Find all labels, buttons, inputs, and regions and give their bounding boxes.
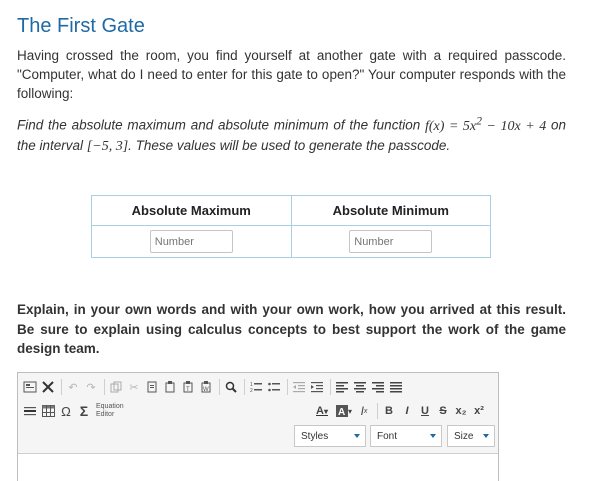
svg-text:W: W — [203, 387, 209, 393]
task-text-before: Find the absolute maximum and absolute m… — [17, 117, 425, 133]
toolbar-row-2: Ω Σ Equation Editor — [22, 401, 128, 421]
remove-format-icon[interactable]: Ix — [356, 403, 372, 419]
paste-icon[interactable] — [162, 379, 178, 395]
task-text-after: . These values will be used to generate … — [128, 137, 451, 153]
styles-dropdown[interactable]: Styles — [294, 425, 366, 447]
special-character-omega[interactable]: Ω — [58, 403, 74, 419]
absolute-minimum-header: Absolute Minimum — [290, 195, 491, 226]
superscript-button[interactable]: x² — [471, 403, 487, 419]
task-paragraph: Find the absolute maximum and absolute m… — [17, 111, 566, 156]
chevron-down-icon — [430, 434, 436, 438]
maximize-icon[interactable] — [40, 379, 56, 395]
svg-text:A: A — [338, 407, 345, 417]
horizontal-rule-icon[interactable] — [22, 403, 38, 419]
text-color-button[interactable]: A ▾ — [312, 403, 332, 419]
chevron-down-icon — [354, 434, 360, 438]
paste-word-icon[interactable]: W — [198, 379, 214, 395]
background-color-button[interactable]: A ▾ — [334, 403, 354, 419]
absolute-maximum-input[interactable] — [149, 230, 233, 253]
align-right-icon[interactable] — [370, 379, 386, 395]
font-dropdown-label: Font — [377, 430, 398, 442]
intro-paragraph: Having crossed the room, you find yourse… — [17, 48, 566, 101]
cut-icon[interactable]: ✂ — [126, 379, 142, 395]
italic-button[interactable]: I — [399, 403, 415, 419]
svg-text:2: 2 — [250, 388, 253, 393]
align-center-icon[interactable] — [352, 379, 368, 395]
find-icon[interactable] — [223, 379, 239, 395]
strikethrough-button[interactable]: S — [435, 403, 451, 419]
toolbar-row-1: ↶ ↷ ✂ T W 12 — [22, 377, 406, 397]
page-title: The First Gate — [17, 15, 145, 37]
redo-icon[interactable]: ↷ — [83, 379, 99, 395]
editor-content-area[interactable] — [18, 453, 498, 481]
align-left-icon[interactable] — [334, 379, 350, 395]
format-toolbar: A ▾ A ▾ Ix B I U S x₂ x² — [312, 401, 489, 421]
copy-icon[interactable] — [144, 379, 160, 395]
absolute-minimum-input[interactable] — [349, 230, 433, 253]
function-expression: f(x) = 5x2 − 10x + 4 — [425, 114, 547, 134]
answer-table: Absolute Maximum Absolute Minimum — [91, 195, 491, 258]
bold-button[interactable]: B — [381, 403, 397, 419]
undo-icon[interactable]: ↶ — [65, 379, 81, 395]
explain-prompt: Explain, in your own words and with your… — [17, 302, 566, 356]
underline-button[interactable]: U — [417, 403, 433, 419]
absolute-maximum-header: Absolute Maximum — [91, 195, 292, 226]
equation-sigma-icon[interactable]: Σ — [76, 403, 92, 419]
interval-expression: [−5, 3] — [86, 138, 129, 154]
source-icon[interactable] — [22, 379, 38, 395]
font-dropdown[interactable]: Font — [370, 425, 442, 447]
numbered-list-icon[interactable]: 12 — [248, 379, 264, 395]
subscript-button[interactable]: x₂ — [453, 403, 469, 419]
paste-text-icon[interactable]: T — [180, 379, 196, 395]
copy-format-icon[interactable] — [108, 379, 124, 395]
chevron-down-icon — [483, 434, 489, 438]
indent-icon[interactable] — [309, 379, 325, 395]
svg-text:T: T — [186, 387, 190, 393]
size-dropdown-label: Size — [454, 430, 474, 442]
outdent-icon[interactable] — [291, 379, 307, 395]
size-dropdown[interactable]: Size — [447, 425, 495, 447]
bulleted-list-icon[interactable] — [266, 379, 282, 395]
styles-dropdown-label: Styles — [301, 430, 329, 442]
table-icon[interactable] — [40, 403, 56, 419]
equation-editor-button[interactable]: Equation Editor — [96, 403, 128, 419]
align-justify-icon[interactable] — [388, 379, 404, 395]
